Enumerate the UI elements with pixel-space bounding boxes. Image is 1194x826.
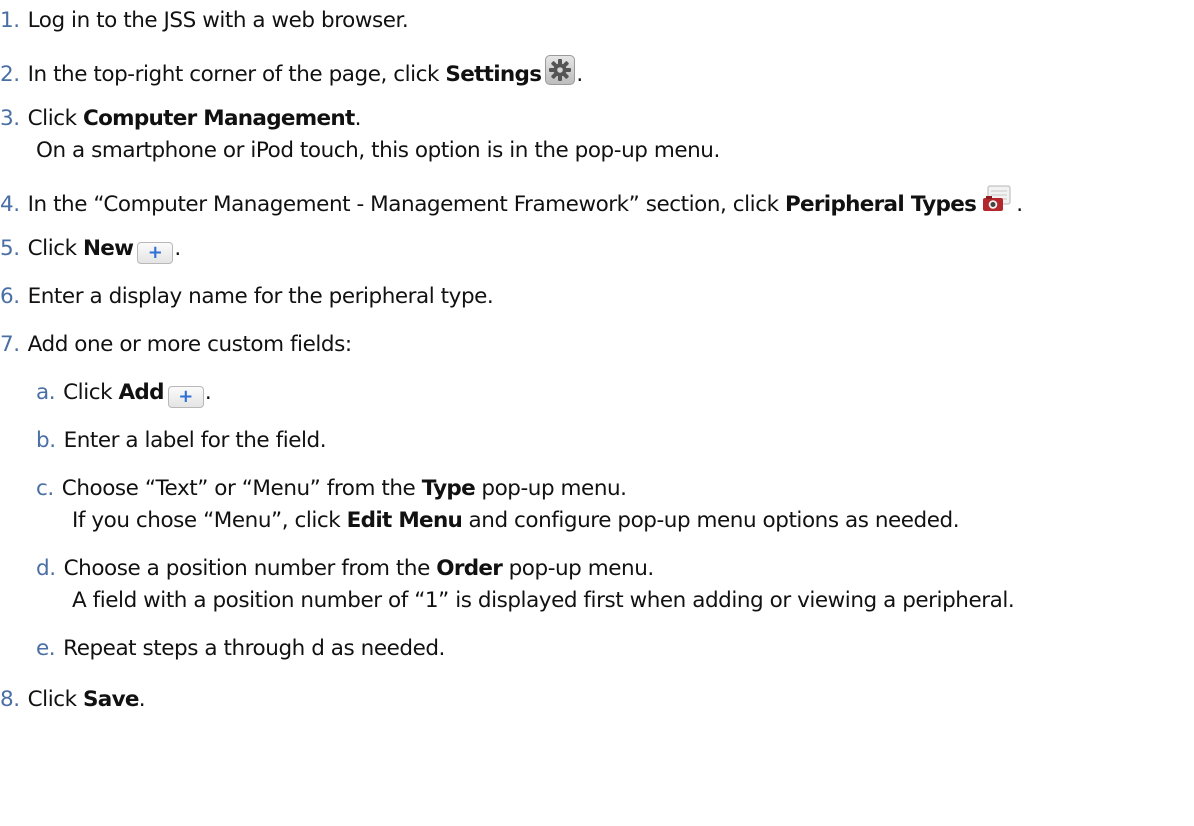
substep-letter: b.: [36, 428, 56, 453]
substep-text-end: pop-up menu.: [475, 476, 627, 501]
substep-letter: a.: [36, 380, 56, 405]
note-text: If you chose “Menu”, click: [72, 508, 347, 533]
substep-text: Choose a position number from the: [63, 556, 437, 581]
step-text: Click: [27, 687, 83, 712]
substep-text: Repeat steps a through d as needed.: [63, 636, 445, 661]
punctuation: .: [174, 236, 181, 261]
substep-text-end: pop-up menu.: [502, 556, 655, 581]
peripheral-camera-icon: [982, 185, 1012, 215]
peripheral-types-label: Peripheral Types: [784, 192, 977, 217]
substep-note: If you chose “Menu”, click Edit Menu and…: [36, 505, 960, 537]
step-7: 7. Add one or more custom fields:: [0, 329, 352, 361]
substep-text: Choose “Text” or “Menu” from the: [61, 476, 422, 501]
type-label: Type: [421, 476, 476, 501]
save-label: Save: [83, 687, 139, 712]
step-6: 6. Enter a display name for the periphera…: [0, 281, 494, 313]
substep-a: a. Click Add +.: [36, 377, 212, 409]
order-label: Order: [436, 556, 503, 581]
note-text-end: and configure pop-up menu options as nee…: [462, 508, 960, 533]
substep-text: Enter a label for the field.: [63, 428, 327, 453]
step-note: On a smartphone or iPod touch, this opti…: [36, 138, 720, 163]
computer-management-label: Computer Management: [83, 106, 355, 131]
substep-d: d. Choose a position number from the Orde…: [36, 553, 1015, 617]
step-number: 8.: [0, 687, 20, 712]
step-text: Log in to the JSS with a web browser.: [27, 8, 409, 33]
step-4: 4. In the “Computer Management - Manageme…: [0, 185, 1023, 221]
step-number: 7.: [0, 332, 20, 357]
step-number: 6.: [0, 284, 20, 309]
instructions-document: 1. Log in to the JSS with a web browser. …: [0, 0, 1194, 826]
step-5: 5. Click New +.: [0, 233, 181, 265]
plus-button-icon: +: [137, 242, 174, 264]
step-text: Click: [27, 236, 83, 261]
substep-text: Click: [63, 380, 119, 405]
new-label: New: [83, 236, 134, 261]
substep-letter: c.: [36, 476, 54, 501]
punctuation: .: [354, 106, 362, 131]
step-number: 5.: [0, 236, 20, 261]
step-8: 8. Click Save.: [0, 684, 146, 716]
step-text: In the “Computer Management - Management…: [27, 192, 785, 217]
punctuation: .: [576, 62, 583, 87]
step-1: 1. Log in to the JSS with a web browser.: [0, 5, 409, 37]
add-label: Add: [118, 380, 164, 405]
substep-note: A field with a position number of “1” is…: [72, 588, 1015, 613]
step-number: 1.: [0, 8, 20, 33]
substep-c: c. Choose “Text” or “Menu” from the Type …: [36, 473, 960, 537]
step-text: Add one or more custom fields:: [27, 332, 352, 357]
step-number: 2.: [0, 62, 20, 87]
substep-letter: d.: [36, 556, 56, 581]
step-text: Click: [27, 106, 83, 131]
substep-e: e. Repeat steps a through d as needed.: [36, 633, 445, 665]
plus-button-icon: +: [167, 386, 204, 408]
gear-icon: [545, 55, 576, 85]
step-number: 4.: [0, 192, 20, 217]
step-number: 3.: [0, 106, 20, 131]
step-text: In the top-right corner of the page, cli…: [27, 62, 446, 87]
substep-b: b. Enter a label for the field.: [36, 425, 327, 457]
punctuation: .: [138, 687, 146, 712]
punctuation: .: [1016, 192, 1023, 217]
substep-letter: e.: [36, 636, 56, 661]
settings-label: Settings: [445, 62, 542, 87]
step-2: 2. In the top-right corner of the page, c…: [0, 55, 583, 91]
step-text: Enter a display name for the peripheral …: [27, 284, 494, 309]
punctuation: .: [204, 380, 212, 405]
step-3: 3. Click Computer Management. On a smartp…: [0, 103, 720, 167]
edit-menu-label: Edit Menu: [346, 508, 463, 533]
